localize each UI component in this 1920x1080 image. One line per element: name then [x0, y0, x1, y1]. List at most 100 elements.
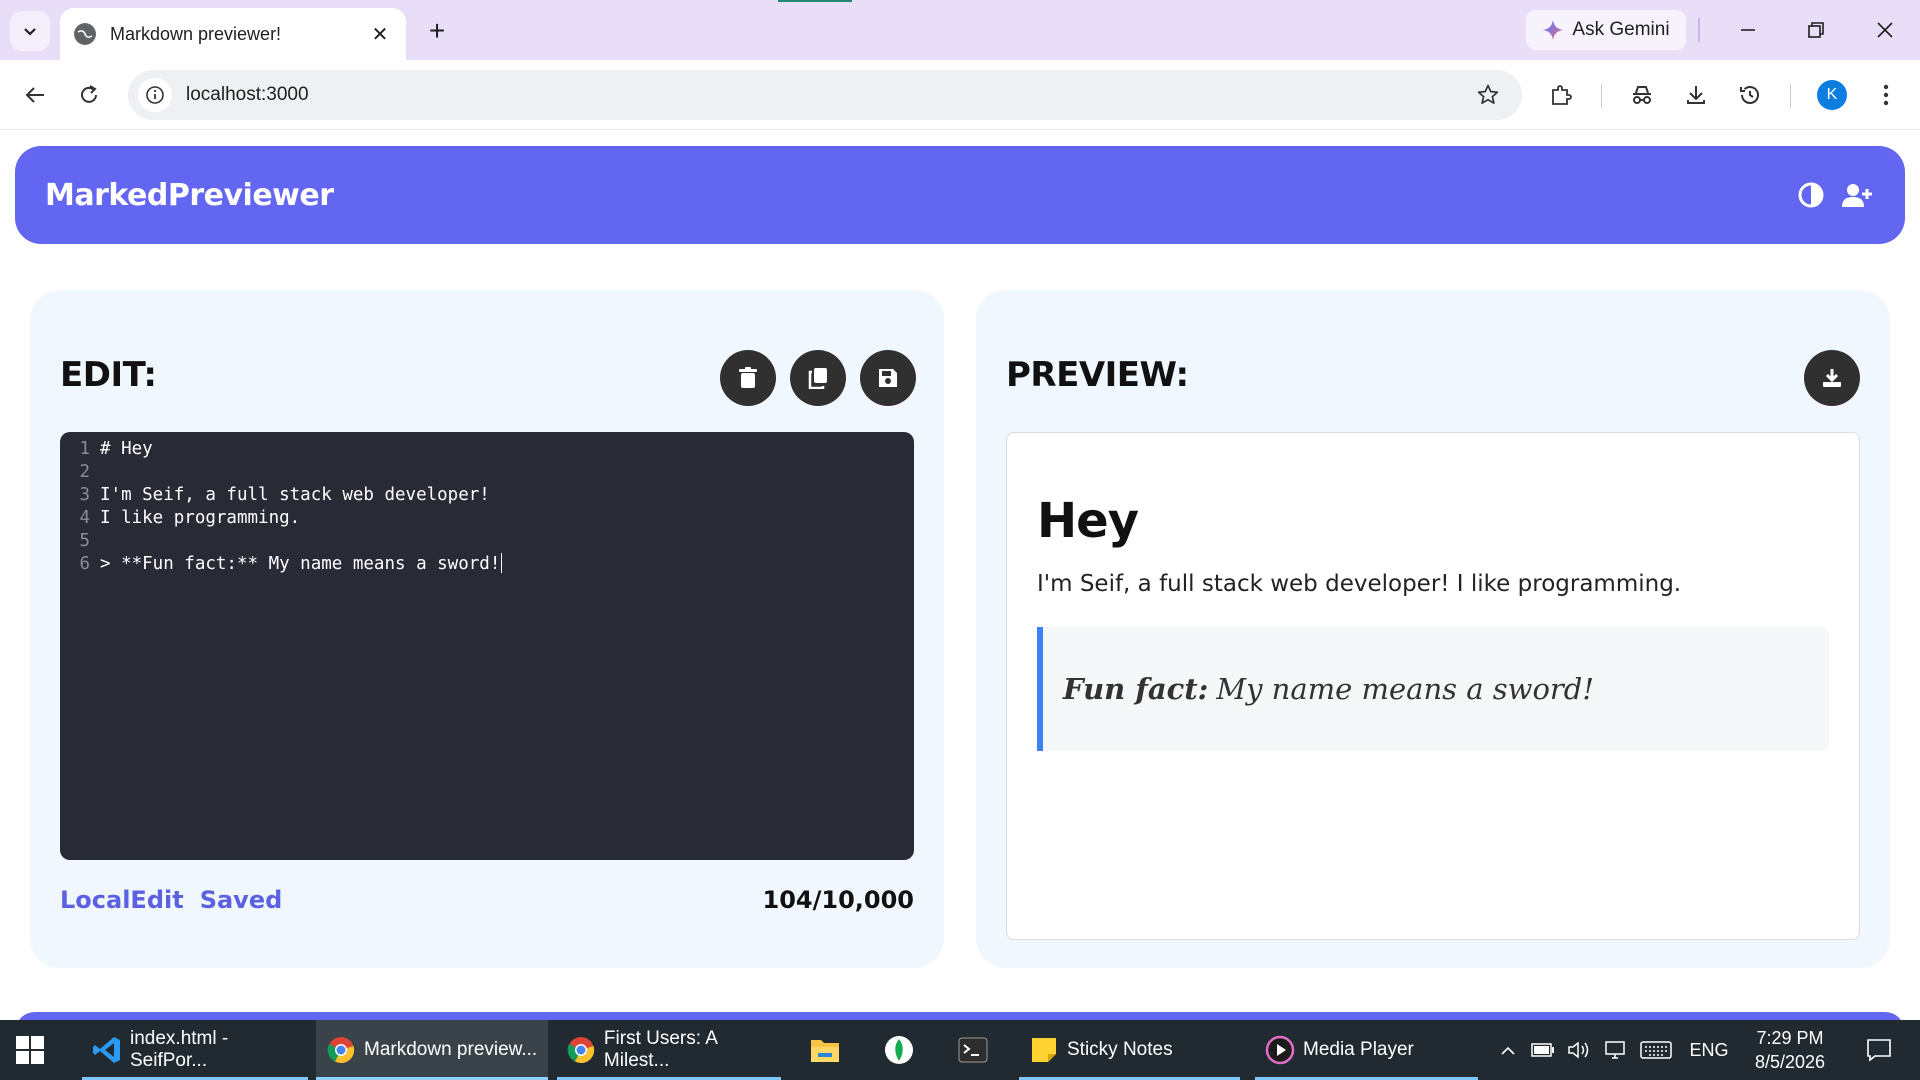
file-explorer-icon [810, 1035, 840, 1065]
taskbar-item-label: Markdown preview... [364, 1039, 538, 1060]
separator [1698, 18, 1700, 42]
media-player-icon [1265, 1035, 1295, 1065]
add-user-icon[interactable] [1839, 177, 1875, 213]
taskbar-item-first-users[interactable]: First Users: A Milest... [557, 1020, 781, 1080]
taskbar-item-markdown-previewer[interactable]: Markdown preview... [316, 1020, 548, 1080]
tab-markdown-previewer[interactable]: Markdown previewer! ✕ [60, 8, 406, 60]
download-icon [1823, 369, 1841, 387]
editor-line: 1 # Hey [60, 438, 914, 461]
quote-bold-text: Fun fact: [1063, 672, 1209, 706]
bookmark-star-icon[interactable] [1468, 75, 1508, 115]
minimize-icon[interactable] [1725, 10, 1771, 50]
line-text: > **Fun fact:** My name means a sword! [100, 554, 501, 574]
edit-title: EDIT: [60, 355, 157, 395]
line-number: 5 [79, 531, 90, 551]
system-clock[interactable]: 7:29 PM 8/5/2026 [1745, 1026, 1835, 1074]
ask-gemini-label: Ask Gemini [1572, 19, 1670, 40]
address-bar[interactable]: localhost:3000 [128, 70, 1522, 120]
local-edit-label: LocalEdit [60, 886, 184, 914]
download-icon[interactable] [1676, 75, 1716, 115]
extensions-puzzle-icon[interactable] [1541, 75, 1581, 115]
rendered-preview: Hey I'm Seif, a full stack web developer… [1006, 432, 1860, 940]
line-text: I like programming. [100, 508, 301, 528]
line-text: # Hey [100, 439, 153, 459]
terminal-icon [958, 1035, 988, 1065]
editor-line: 4 I like programming. [60, 507, 914, 530]
editor-line: 3 I'm Seif, a full stack web developer! [60, 484, 914, 507]
chrome-icon [326, 1035, 356, 1065]
trash-icon [739, 367, 757, 388]
tab-search-button[interactable] [10, 11, 50, 51]
volume-icon[interactable] [1564, 1020, 1594, 1080]
clock-time: 7:29 PM [1756, 1028, 1824, 1048]
new-tab-plus-icon[interactable]: + [420, 14, 454, 48]
preview-blockquote: Fun fact: My name means a sword! [1037, 627, 1829, 751]
taskbar-item-sticky-notes[interactable]: Sticky Notes [1019, 1020, 1240, 1080]
back-arrow-icon[interactable] [15, 75, 55, 115]
app-logo[interactable]: MarkedPreviewer [45, 178, 1783, 213]
chrome-icon [567, 1035, 596, 1065]
chevron-down-icon [24, 28, 36, 36]
browser-tab-bar: Markdown previewer! ✕ + Ask Gemini [0, 0, 1920, 60]
profile-avatar[interactable]: K [1817, 80, 1847, 110]
windows-start-icon[interactable] [16, 1036, 44, 1064]
restore-window-icon[interactable] [1793, 10, 1839, 50]
copy-button[interactable] [790, 350, 846, 406]
ask-gemini-button[interactable]: Ask Gemini [1526, 10, 1686, 50]
vscode-icon [92, 1035, 122, 1065]
saved-label: Saved [199, 886, 283, 914]
history-icon[interactable] [1730, 75, 1770, 115]
sticky-notes-icon [1029, 1035, 1059, 1065]
editor-line: 6 > **Fun fact:** My name means a sword! [60, 553, 914, 576]
markdown-editor[interactable]: 1 # Hey 2 3 I'm Seif, a full stack web dev… [60, 432, 914, 860]
preview-panel: PREVIEW: Hey I'm Seif, a full stack web … [976, 290, 1890, 968]
network-icon[interactable] [1600, 1020, 1630, 1080]
clock-date: 8/5/2026 [1754, 1052, 1826, 1072]
taskbar-item-terminal[interactable] [948, 1020, 1000, 1080]
copy-icon [808, 368, 827, 389]
language-indicator[interactable]: ENG [1686, 1020, 1732, 1080]
save-status: LocalEdit Saved [60, 886, 282, 914]
keyboard-icon[interactable] [1638, 1020, 1674, 1080]
close-tab-icon[interactable]: ✕ [368, 22, 392, 46]
line-number: 1 [79, 439, 90, 459]
site-info-icon[interactable] [138, 78, 172, 112]
save-button[interactable] [860, 350, 916, 406]
editor-line: 2 [60, 461, 914, 484]
line-text: I'm Seif, a full stack web developer! [100, 485, 490, 505]
app-header: MarkedPreviewer [15, 146, 1905, 244]
loading-indicator [778, 0, 852, 2]
taskbar-item-vscode[interactable]: index.html - SeifPor... [82, 1020, 308, 1080]
separator [1790, 84, 1791, 108]
globe-icon [74, 23, 96, 45]
browser-toolbar: localhost:3000 [0, 60, 1920, 130]
windows-taskbar: index.html - SeifPor... Markdown preview… [0, 1020, 1920, 1080]
floppy-disk-icon [879, 369, 897, 387]
line-number: 6 [79, 554, 90, 574]
taskbar-item-file-explorer[interactable] [800, 1020, 852, 1080]
gemini-sparkle-icon [1543, 20, 1564, 40]
more-menu-icon[interactable] [1866, 75, 1906, 115]
incognito-icon[interactable] [1622, 75, 1662, 115]
reload-icon[interactable] [69, 75, 109, 115]
notification-center-icon[interactable] [1854, 1020, 1904, 1080]
preview-heading: Hey [1037, 493, 1139, 549]
line-number: 3 [79, 485, 90, 505]
taskbar-item-media-player[interactable]: Media Player [1255, 1020, 1478, 1080]
clear-button[interactable] [720, 350, 776, 406]
theme-toggle-icon[interactable] [1793, 177, 1829, 213]
battery-icon[interactable] [1528, 1020, 1558, 1080]
preview-paragraph: I'm Seif, a full stack web developer! I … [1037, 571, 1682, 597]
taskbar-item-mongodb[interactable] [874, 1020, 926, 1080]
taskbar-item-label: First Users: A Milest... [603, 1028, 717, 1071]
download-button[interactable] [1804, 350, 1860, 406]
text-caret [501, 553, 503, 573]
line-number: 2 [79, 462, 90, 482]
show-hidden-icons-chevron-up-icon[interactable] [1494, 1020, 1522, 1080]
tab-title: Markdown previewer! [110, 23, 282, 44]
taskbar-item-label: Sticky Notes [1067, 1039, 1173, 1060]
line-number: 4 [79, 508, 90, 528]
edit-panel: EDIT: 1 # Hey 2 3 I'm Seif, a full stack w… [30, 290, 944, 968]
url-text[interactable]: localhost:3000 [186, 84, 1468, 106]
close-window-icon[interactable] [1862, 10, 1908, 50]
